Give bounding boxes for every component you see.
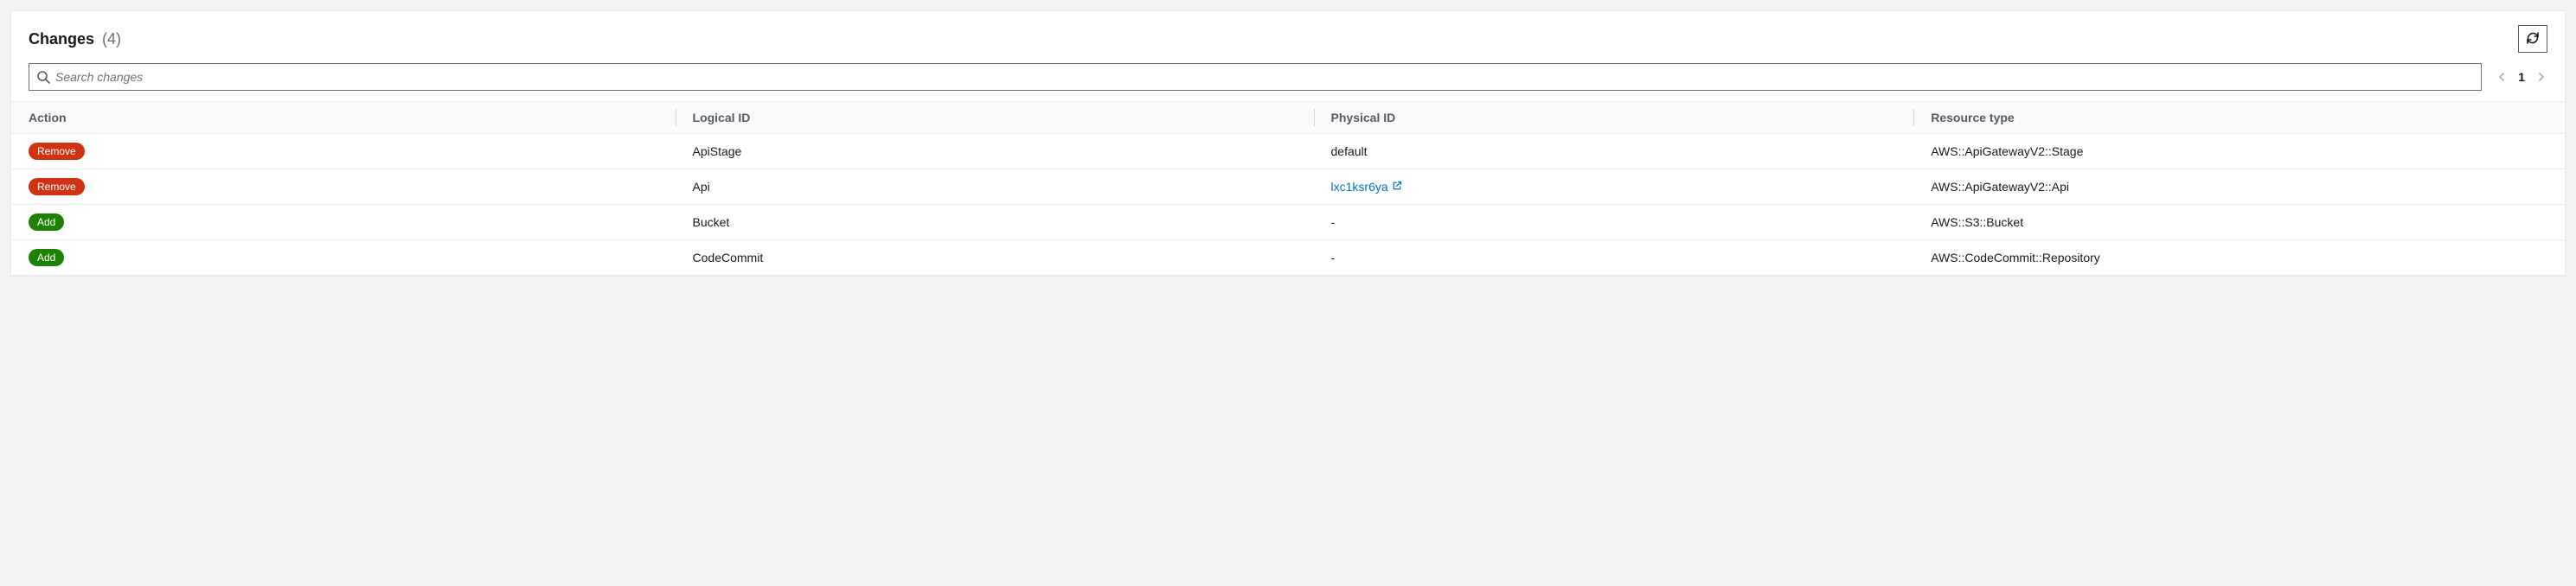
title-text: Changes	[29, 30, 94, 48]
cell-logical-id: CodeCommit	[676, 240, 1314, 276]
refresh-button[interactable]	[2518, 25, 2547, 53]
search-field[interactable]	[29, 63, 2482, 91]
cell-action: Remove	[11, 134, 676, 169]
prev-page-button[interactable]	[2496, 71, 2508, 83]
cell-resource-type: AWS::ApiGatewayV2::Api	[1913, 169, 2565, 205]
title-count: (4)	[102, 30, 121, 48]
page-number: 1	[2518, 70, 2525, 84]
action-badge: Add	[29, 213, 64, 231]
table-row: Remove Api lxc1ksr6ya AWS::ApiGatewayV2::Ap…	[11, 169, 2565, 205]
panel-title: Changes (4)	[29, 30, 121, 48]
physical-id-link[interactable]: lxc1ksr6ya	[1331, 180, 1402, 194]
cell-physical-id: -	[1314, 205, 1914, 240]
cell-logical-id: ApiStage	[676, 134, 1314, 169]
col-header-action[interactable]: Action	[11, 102, 676, 134]
cell-resource-type: AWS::ApiGatewayV2::Stage	[1913, 134, 2565, 169]
cell-action: Remove	[11, 169, 676, 205]
pagination: 1	[2496, 70, 2547, 84]
col-header-resource-type[interactable]: Resource type	[1913, 102, 2565, 134]
cell-logical-id: Bucket	[676, 205, 1314, 240]
external-link-icon	[1392, 180, 1402, 194]
table-row: Remove ApiStagedefaultAWS::ApiGatewayV2::…	[11, 134, 2565, 169]
col-header-logical-id[interactable]: Logical ID	[676, 102, 1314, 134]
table-row: Add Bucket-AWS::S3::Bucket	[11, 205, 2565, 240]
col-header-physical-id[interactable]: Physical ID	[1314, 102, 1914, 134]
panel-header: Changes (4)	[11, 11, 2565, 60]
action-badge: Add	[29, 249, 64, 266]
cell-action: Add	[11, 240, 676, 276]
changes-table: Action Logical ID Physical ID Resource t…	[11, 101, 2565, 275]
table-header-row: Action Logical ID Physical ID Resource t…	[11, 102, 2565, 134]
changes-panel: Changes (4)	[10, 10, 2566, 276]
cell-physical-id: -	[1314, 240, 1914, 276]
refresh-icon	[2526, 31, 2540, 48]
toolbar: 1	[11, 60, 2565, 101]
action-badge: Remove	[29, 143, 85, 160]
cell-physical-id: lxc1ksr6ya	[1314, 169, 1914, 205]
search-icon	[36, 70, 50, 84]
table-row: Add CodeCommit-AWS::CodeCommit::Repositor…	[11, 240, 2565, 276]
physical-id-text: lxc1ksr6ya	[1331, 180, 1388, 194]
cell-resource-type: AWS::S3::Bucket	[1913, 205, 2565, 240]
cell-resource-type: AWS::CodeCommit::Repository	[1913, 240, 2565, 276]
search-input[interactable]	[29, 64, 2481, 90]
next-page-button[interactable]	[2535, 71, 2547, 83]
cell-physical-id: default	[1314, 134, 1914, 169]
action-badge: Remove	[29, 178, 85, 195]
cell-logical-id: Api	[676, 169, 1314, 205]
cell-action: Add	[11, 205, 676, 240]
